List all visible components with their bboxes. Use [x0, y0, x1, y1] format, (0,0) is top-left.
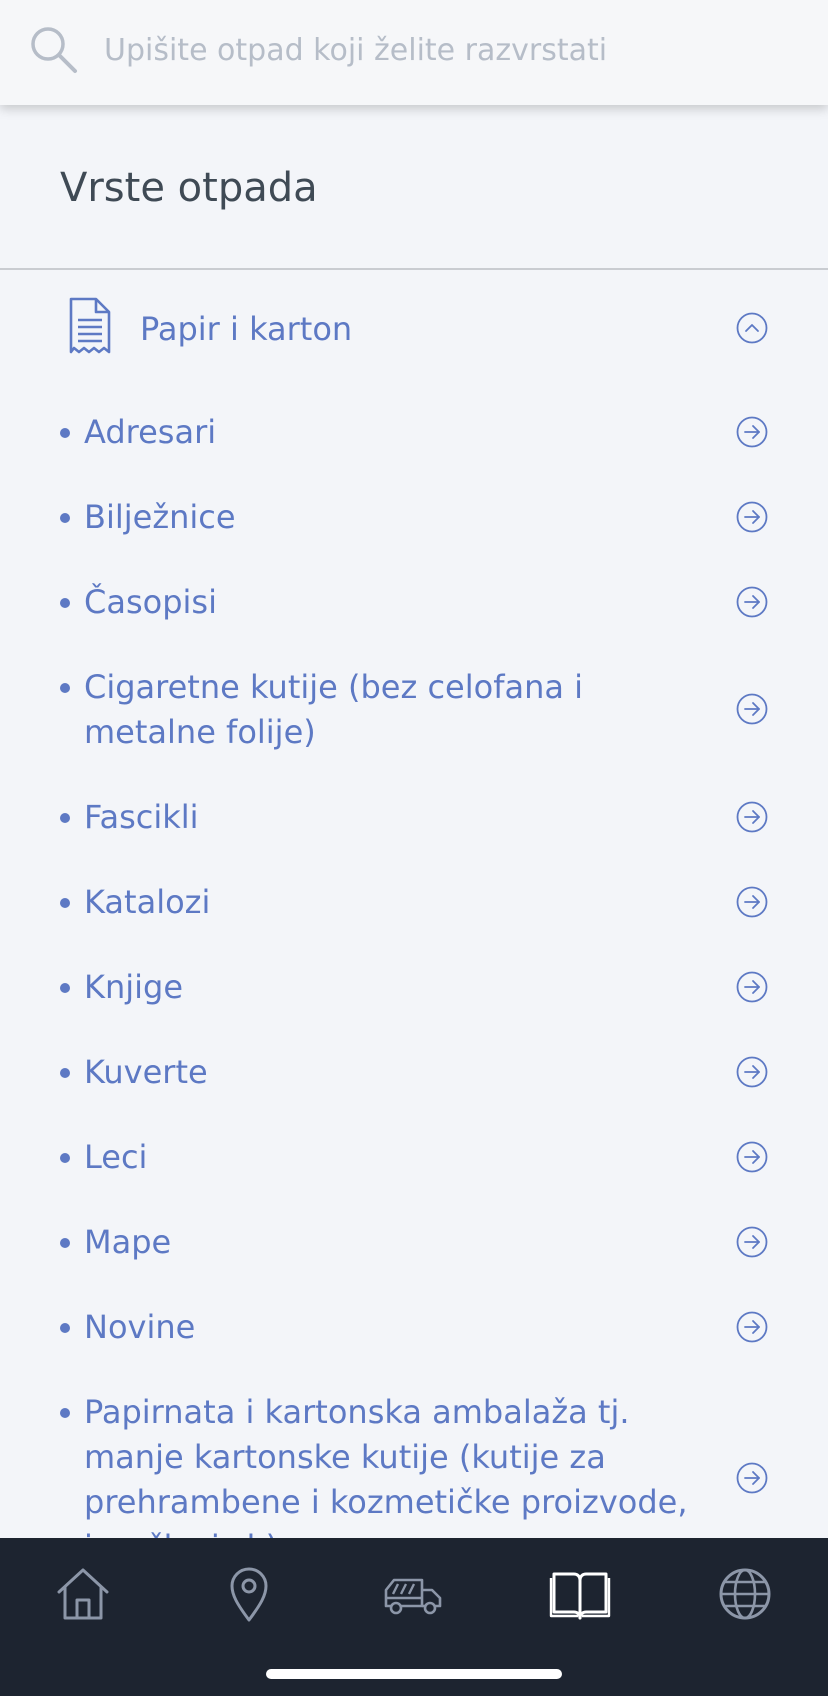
search-input[interactable] [104, 22, 804, 78]
book-icon[interactable] [548, 1562, 612, 1626]
home-icon[interactable] [51, 1562, 115, 1626]
bullet [60, 1408, 70, 1418]
list-item[interactable]: Cigaretne kutije (bez celofana i metalne… [0, 665, 828, 755]
bullet [60, 683, 70, 693]
item-label: Leci [84, 1138, 148, 1176]
bullet [60, 1323, 70, 1333]
list-item[interactable]: Kuverte [0, 1050, 828, 1095]
bullet [60, 513, 70, 523]
arrow-right-circle-icon[interactable] [736, 1462, 768, 1494]
item-label: Novine [84, 1308, 196, 1346]
item-label: Knjige [84, 968, 184, 1006]
bullet [60, 1238, 70, 1248]
bullet [60, 983, 70, 993]
bullet [60, 1153, 70, 1163]
item-label: Katalozi [84, 883, 211, 921]
arrow-right-circle-icon[interactable] [736, 886, 768, 918]
home-indicator [266, 1669, 562, 1679]
item-label: Bilježnice [84, 498, 236, 536]
list-item[interactable]: Adresari [0, 410, 828, 455]
category-row-papir-i-karton[interactable]: Papir i karton [0, 296, 828, 364]
globe-icon[interactable] [713, 1562, 777, 1626]
arrow-right-circle-icon[interactable] [736, 801, 768, 833]
arrow-right-circle-icon[interactable] [736, 1311, 768, 1343]
arrow-right-circle-icon[interactable] [736, 501, 768, 533]
arrow-right-circle-icon[interactable] [736, 1141, 768, 1173]
list-item[interactable]: Časopisi [0, 580, 828, 625]
chevron-up-circle-icon[interactable] [736, 312, 768, 344]
list-item[interactable]: Novine [0, 1305, 828, 1350]
garbage-truck-icon[interactable] [382, 1562, 446, 1626]
item-label: Časopisi [84, 583, 217, 621]
search-icon[interactable] [28, 24, 80, 76]
bullet [60, 813, 70, 823]
arrow-right-circle-icon[interactable] [736, 586, 768, 618]
section-title: Vrste otpada [60, 165, 318, 211]
item-label: Kuverte [84, 1053, 208, 1091]
list-item[interactable]: Knjige [0, 965, 828, 1010]
bullet [60, 598, 70, 608]
arrow-right-circle-icon[interactable] [736, 416, 768, 448]
list-item[interactable]: Bilježnice [0, 495, 828, 540]
arrow-right-circle-icon[interactable] [736, 1056, 768, 1088]
list-item[interactable]: Katalozi [0, 880, 828, 925]
bullet [60, 1068, 70, 1078]
category-label: Papir i karton [140, 310, 353, 348]
bullet [60, 428, 70, 438]
item-label: Cigaretne kutije (bez celofana i metalne… [84, 668, 584, 751]
arrow-right-circle-icon[interactable] [736, 1226, 768, 1258]
document-icon [69, 297, 111, 354]
arrow-right-circle-icon[interactable] [736, 971, 768, 1003]
list-item[interactable]: Fascikli [0, 795, 828, 840]
item-label: Adresari [84, 413, 217, 451]
section-header: Vrste otpada [0, 105, 828, 270]
search-bar [0, 0, 828, 105]
arrow-right-circle-icon[interactable] [736, 693, 768, 725]
list-item[interactable]: Mape [0, 1220, 828, 1265]
location-pin-icon[interactable] [217, 1562, 281, 1626]
item-label: Fascikli [84, 798, 199, 836]
bullet [60, 898, 70, 908]
item-label: Mape [84, 1223, 172, 1261]
list-item[interactable]: Leci [0, 1135, 828, 1180]
